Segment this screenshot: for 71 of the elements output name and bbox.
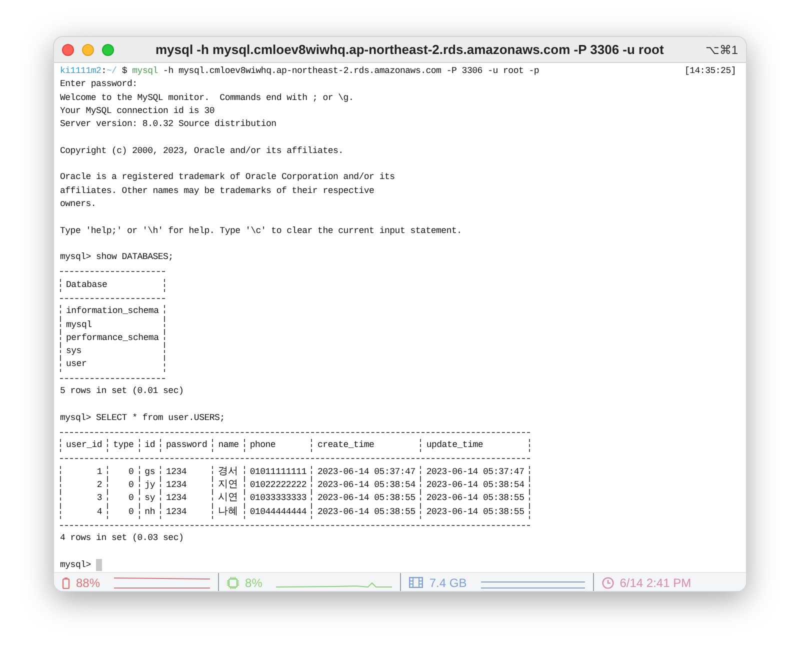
table-cell: user [60,358,165,372]
table-cell: 지연 [212,478,244,492]
table-cell: 2023-06-14 05:38:55 [420,506,530,519]
table-cell: 2023-06-14 05:38:55 [311,492,420,506]
column-header: Database [60,278,165,292]
table-cell: 1 [60,466,108,479]
output-line: Your MySQL connection id is 30 [60,104,216,118]
table-cell: 1234 [160,506,212,519]
column-header: update_time [420,439,530,452]
prompt-line: ki1111m2:~/ $ mysql -h mysql.cmloev8wiwhq.ap-northeast-2.rds.amazonaws.com -P 3306 -u root -p [60,65,540,78]
timestamp: [14:35:25] [684,65,737,78]
column-header: name [212,439,244,452]
table-cell: sy [138,492,160,506]
table-cell: sys [60,345,165,358]
battery-reading: 88% [76,574,100,591]
table-cell: 2 [60,478,108,492]
clock-reading: 6/14 2:41 PM [620,574,692,591]
table-cell: 나혜 [212,506,244,519]
output-line: mysql> SELECT * from user.USERS; [60,412,226,425]
table-cell: mysql [60,318,165,332]
table-cell: 2023-06-14 05:38:54 [311,478,420,492]
table-cell: 0 [107,478,139,492]
column-header: password [160,439,212,452]
shortcut-label: ⌥⌘1 [705,42,738,58]
output-line: mysql> show DATABASES; [60,251,174,264]
table-cell: 01022222222 [244,478,312,492]
table-cell: 2023-06-14 05:37:47 [311,466,420,479]
table-cell: 4 [60,506,108,519]
output-line: Server version: 8.0.32 Source distribution [60,118,278,132]
table-cell: 0 [107,466,139,479]
column-header: type [107,439,139,452]
output-line: affiliates. Other names may be trademarks of their respective [60,184,376,198]
table-cell: performance_schema [60,332,165,346]
table-cell: information_schema [60,305,165,318]
memory-reading: 7.4 GB [429,574,467,591]
table-cell: 2023-06-14 05:38:55 [311,506,420,519]
output-line: Enter password: [60,78,138,92]
minimize-button[interactable] [82,44,94,56]
table-cell: nh [138,506,160,519]
output-line: owners. [60,198,98,211]
table-cell: jy [138,478,160,492]
table-cell: 2023-06-14 05:37:47 [420,466,530,479]
table-cell: 0 [107,506,139,519]
table-cell: gs [138,466,160,479]
table-cell: 0 [107,492,139,506]
column-header: phone [244,439,312,452]
output-line: Type 'help;' or '\h' for help. Type '\c' to clear the current input statement. [60,224,463,238]
output-line: Welcome to the MySQL monitor. Commands end with ; or \g. [60,92,355,105]
column-header: id [138,439,160,452]
output-line: Oracle is a registered trademark of Oracle Corporation and/or its [60,171,396,184]
column-header: create_time [311,439,420,452]
table-cell: 1234 [160,492,212,506]
table-cell: 01011111111 [244,466,312,479]
window-title: mysql -h mysql.cmloev8wiwhq.ap-northeast-2.rds.amazonaws.com -P 3306 -u root [155,42,664,56]
output-line: 5 rows in set (0.01 sec) [60,384,185,398]
table-cell: 시연 [212,492,244,506]
zoom-button[interactable] [102,44,114,56]
table-cell: 2023-06-14 05:38:54 [420,478,530,492]
output-line: 4 rows in set (0.03 sec) [60,532,185,546]
column-header: user_id [60,439,108,452]
table-cell: 1234 [160,466,212,479]
table-cell: 경서 [212,466,244,479]
input-prompt: mysql> [60,558,91,572]
close-button[interactable] [62,44,74,56]
table-cell: 3 [60,492,108,506]
table-cell: 1234 [160,478,212,492]
table-cell: 01044444444 [244,506,312,519]
table-cell: 2023-06-14 05:38:55 [420,492,530,506]
output-line: Copyright (c) 2000, 2023, Oracle and/or its affiliates. [60,144,344,158]
cpu-reading: 8% [245,574,262,591]
table-cell: 01033333333 [244,492,312,506]
